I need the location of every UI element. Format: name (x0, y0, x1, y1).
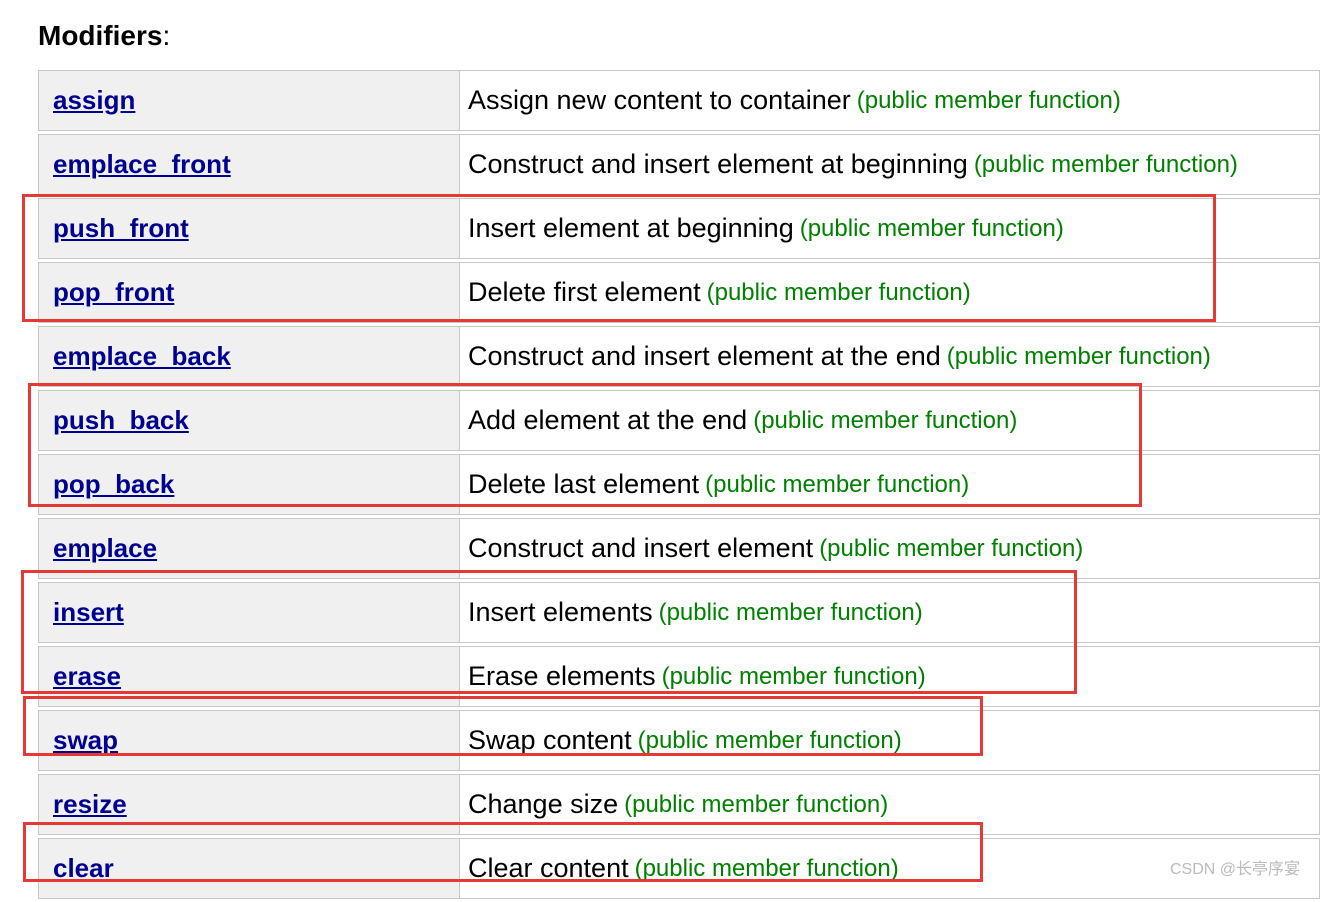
function-desc-cell: Change size (public member function) (460, 774, 1320, 835)
member-type: (public member function) (624, 791, 888, 819)
function-name-cell: push_back (38, 390, 460, 451)
function-link-emplace-back[interactable]: emplace_back (53, 341, 231, 372)
function-link-erase[interactable]: erase (53, 661, 121, 692)
function-name-cell: emplace_back (38, 326, 460, 387)
table-row: pop_front Delete first element (public m… (38, 262, 1320, 323)
table-row: swap Swap content (public member functio… (38, 710, 1320, 771)
function-name-cell: assign (38, 70, 460, 131)
function-desc-cell: Delete first element (public member func… (460, 262, 1320, 323)
table-row: clear Clear content (public member funct… (38, 838, 1320, 899)
function-desc: Insert element at beginning (468, 213, 794, 244)
table-row: emplace_back Construct and insert elemen… (38, 326, 1320, 387)
table-row: insert Insert elements (public member fu… (38, 582, 1320, 643)
section-title-colon: : (162, 20, 170, 51)
function-desc-cell: Insert elements (public member function) (460, 582, 1320, 643)
function-desc-cell: Assign new content to container (public … (460, 70, 1320, 131)
table-row: resize Change size (public member functi… (38, 774, 1320, 835)
member-type: (public member function) (707, 279, 971, 307)
function-link-insert[interactable]: insert (53, 597, 124, 628)
table-row: emplace_front Construct and insert eleme… (38, 134, 1320, 195)
function-name-cell: resize (38, 774, 460, 835)
member-type: (public member function) (753, 407, 1017, 435)
function-name-cell: emplace (38, 518, 460, 579)
function-desc-cell: Construct and insert element at the end … (460, 326, 1320, 387)
function-link-clear[interactable]: clear (53, 853, 114, 884)
member-type: (public member function) (659, 599, 923, 627)
member-type: (public member function) (819, 535, 1083, 563)
table-row: push_back Add element at the end (public… (38, 390, 1320, 451)
section-heading: Modifiers: (38, 20, 1320, 52)
function-desc-cell: Delete last element (public member funct… (460, 454, 1320, 515)
function-desc: Construct and insert element at the end (468, 341, 941, 372)
function-name-cell: emplace_front (38, 134, 460, 195)
function-desc-cell: Insert element at beginning (public memb… (460, 198, 1320, 259)
member-type: (public member function) (857, 87, 1121, 115)
table-row: assign Assign new content to container (… (38, 70, 1320, 131)
member-type: (public member function) (947, 343, 1211, 371)
function-desc: Construct and insert element (468, 533, 813, 564)
table-row: emplace Construct and insert element (pu… (38, 518, 1320, 579)
function-desc-cell: Swap content (public member function) (460, 710, 1320, 771)
function-desc: Assign new content to container (468, 85, 851, 116)
function-desc: Change size (468, 789, 618, 820)
function-name-cell: pop_back (38, 454, 460, 515)
function-name-cell: swap (38, 710, 460, 771)
function-desc: Delete last element (468, 469, 699, 500)
modifiers-table: assign Assign new content to container (… (38, 70, 1320, 899)
function-desc-cell: Erase elements (public member function) (460, 646, 1320, 707)
function-desc: Construct and insert element at beginnin… (468, 149, 968, 180)
function-name-cell: pop_front (38, 262, 460, 323)
function-link-emplace[interactable]: emplace (53, 533, 157, 564)
function-desc-cell: Construct and insert element (public mem… (460, 518, 1320, 579)
function-link-push-back[interactable]: push_back (53, 405, 189, 436)
function-link-resize[interactable]: resize (53, 789, 127, 820)
function-desc: Delete first element (468, 277, 701, 308)
member-type: (public member function) (638, 727, 902, 755)
function-link-emplace-front[interactable]: emplace_front (53, 149, 231, 180)
section-title-text: Modifiers (38, 20, 162, 51)
function-name-cell: clear (38, 838, 460, 899)
member-type: (public member function) (974, 151, 1238, 179)
member-type: (public member function) (705, 471, 969, 499)
function-link-push-front[interactable]: push_front (53, 213, 189, 244)
table-row: pop_back Delete last element (public mem… (38, 454, 1320, 515)
function-desc: Clear content (468, 853, 629, 884)
function-desc: Swap content (468, 725, 632, 756)
function-desc-cell: Construct and insert element at beginnin… (460, 134, 1320, 195)
function-link-pop-back[interactable]: pop_back (53, 469, 174, 500)
function-desc-cell: Add element at the end (public member fu… (460, 390, 1320, 451)
watermark: CSDN @长亭序宴 (1170, 855, 1300, 879)
table-row: erase Erase elements (public member func… (38, 646, 1320, 707)
function-name-cell: erase (38, 646, 460, 707)
function-link-assign[interactable]: assign (53, 85, 135, 116)
function-desc: Erase elements (468, 661, 656, 692)
function-name-cell: insert (38, 582, 460, 643)
function-desc: Insert elements (468, 597, 653, 628)
member-type: (public member function) (635, 855, 899, 883)
member-type: (public member function) (662, 663, 926, 691)
function-link-swap[interactable]: swap (53, 725, 118, 756)
function-name-cell: push_front (38, 198, 460, 259)
function-link-pop-front[interactable]: pop_front (53, 277, 174, 308)
function-desc: Add element at the end (468, 405, 747, 436)
table-row: push_front Insert element at beginning (… (38, 198, 1320, 259)
member-type: (public member function) (800, 215, 1064, 243)
